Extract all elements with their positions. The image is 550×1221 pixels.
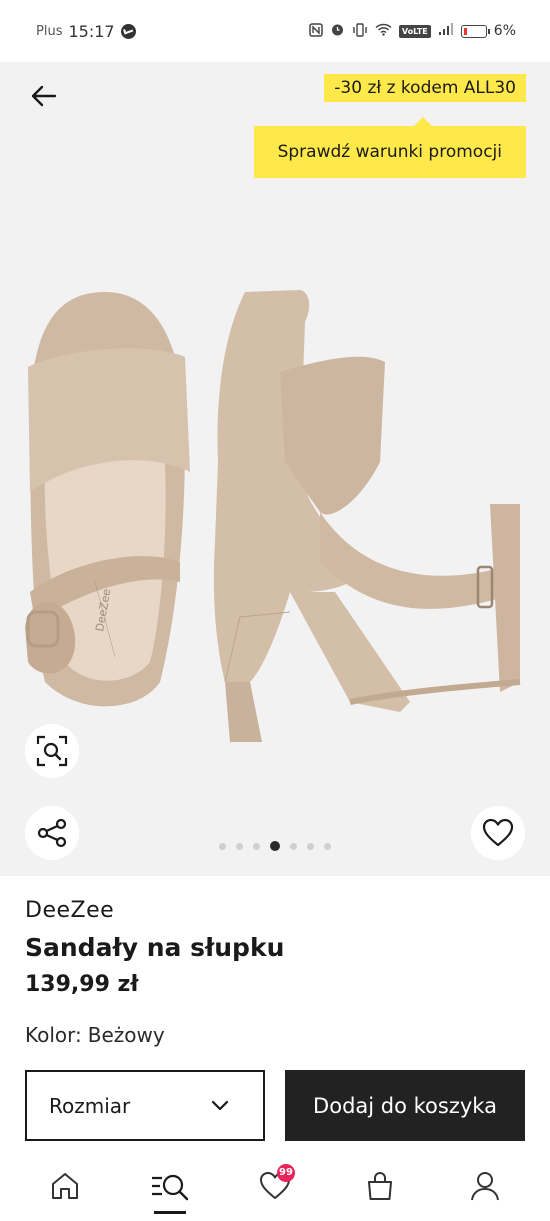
- product-gallery[interactable]: -30 zł z kodem ALL30 Sprawdź warunki pro…: [0, 62, 550, 876]
- chevron-down-icon: [211, 1100, 229, 1110]
- pagination-dot[interactable]: [253, 842, 260, 850]
- promo-code-banner[interactable]: -30 zł z kodem ALL30: [324, 74, 526, 102]
- color-label: Kolor:: [25, 1023, 82, 1047]
- nav-account[interactable]: [455, 1156, 515, 1216]
- share-button[interactable]: [25, 806, 79, 860]
- messenger-icon: [120, 23, 136, 39]
- color-value: Beżowy: [87, 1023, 165, 1047]
- home-icon: [51, 1172, 78, 1199]
- nav-home[interactable]: [35, 1156, 95, 1216]
- nfc-icon: [309, 22, 323, 40]
- pagination-dot[interactable]: [290, 842, 297, 850]
- wifi-icon: [375, 23, 392, 39]
- gallery-pagination[interactable]: [0, 841, 550, 851]
- product-image-sandals[interactable]: DeeZee: [0, 262, 550, 742]
- nav-cart[interactable]: [350, 1156, 410, 1216]
- product-actions: Rozmiar Dodaj do koszyka: [25, 1070, 525, 1141]
- favorite-button[interactable]: [471, 806, 525, 860]
- nav-wishlist[interactable]: 99: [245, 1156, 305, 1216]
- pagination-dot[interactable]: [324, 842, 331, 850]
- promo-terms-link[interactable]: Sprawdź warunki promocji: [253, 117, 526, 178]
- size-select-label: Rozmiar: [49, 1093, 131, 1118]
- shoe-top-view: DeeZee: [25, 292, 190, 707]
- status-right: VoLTE 6%: [309, 22, 516, 40]
- search-menu-icon: [151, 1174, 188, 1200]
- user-icon: [471, 1171, 500, 1200]
- arrow-left-icon: [31, 85, 57, 107]
- vibrate-icon: [352, 22, 368, 40]
- pagination-dot[interactable]: [236, 842, 243, 850]
- status-bar: Plus 15:17 VoLTE 6%: [0, 0, 550, 62]
- status-time: 15:17: [68, 21, 115, 41]
- carrier-name: Plus: [36, 23, 63, 39]
- size-select[interactable]: Rozmiar: [25, 1070, 265, 1141]
- battery-icon: [460, 24, 490, 38]
- product-name: Sandały na słupku: [25, 933, 285, 962]
- zoom-search-icon: [36, 735, 68, 767]
- add-to-cart-button[interactable]: Dodaj do koszyka: [285, 1070, 525, 1141]
- product-price: 139,99 zł: [25, 972, 139, 997]
- bottom-navigation: 99: [0, 1150, 550, 1221]
- product-info: DeeZee Sandały na słupku 139,99 zł Kolor…: [25, 876, 525, 1047]
- shoe-side-view: [213, 290, 521, 742]
- nav-search[interactable]: [140, 1156, 200, 1216]
- pagination-dot[interactable]: [307, 842, 314, 850]
- product-brand[interactable]: DeeZee: [25, 898, 525, 923]
- wishlist-count-badge: 99: [276, 1163, 295, 1182]
- product-color: Kolor: Beżowy: [25, 1023, 525, 1047]
- pagination-dot[interactable]: [219, 842, 226, 850]
- volte-icon: VoLTE: [398, 24, 431, 38]
- status-left: Plus 15:17: [36, 22, 136, 41]
- signal-icon: [438, 23, 454, 39]
- back-button[interactable]: [24, 76, 64, 116]
- shopping-bag-icon: [368, 1171, 393, 1200]
- battery-percent: 6%: [493, 23, 516, 39]
- pagination-dot-active[interactable]: [270, 841, 280, 851]
- zoom-button[interactable]: [25, 724, 79, 778]
- alarm-icon: [330, 22, 345, 40]
